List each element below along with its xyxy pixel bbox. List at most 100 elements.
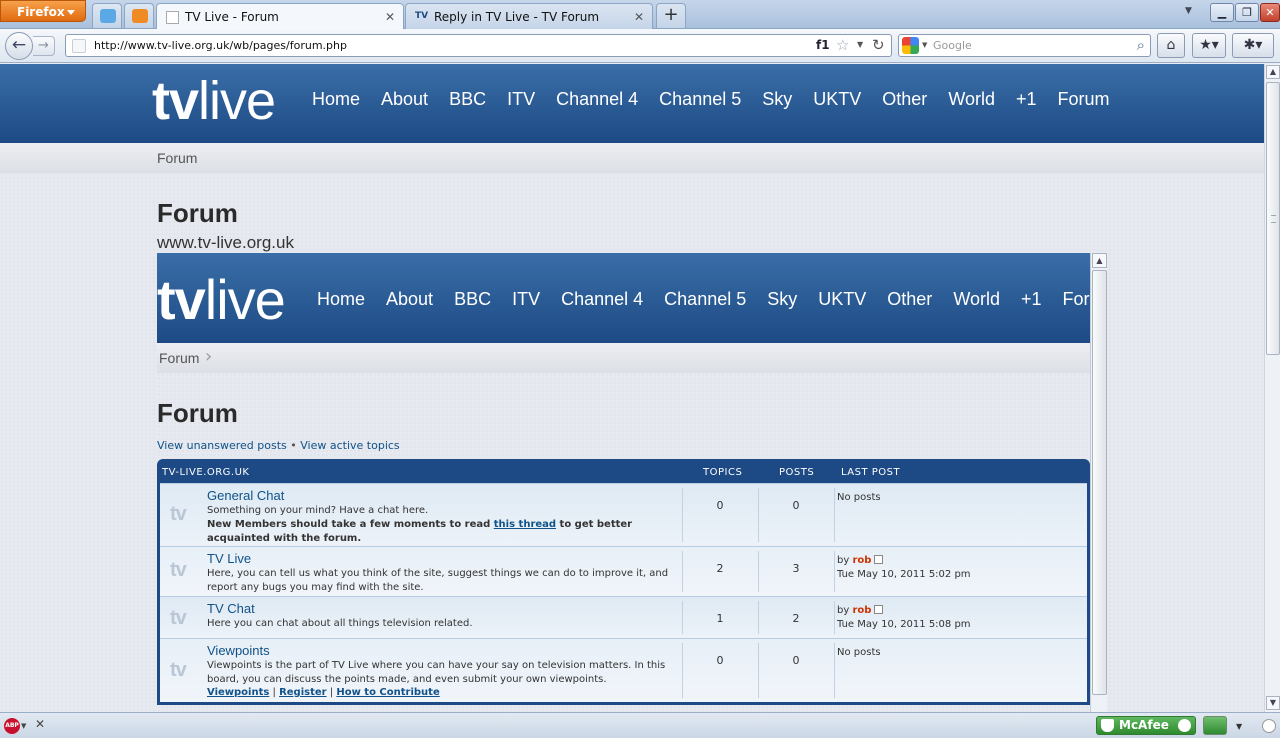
close-window-button[interactable]: ✕ (1260, 3, 1280, 22)
subforum-link-how-to-contribute[interactable]: How to Contribute (336, 687, 439, 698)
nav-forum[interactable]: Forum (1058, 89, 1110, 110)
tab-tv-live-forum[interactable]: TV Live - Forum ✕ (156, 3, 404, 30)
iframe-scrollbar[interactable]: ▲ (1090, 253, 1107, 712)
scroll-up-arrow-icon[interactable]: ▲ (1266, 65, 1280, 79)
page-scrollbar[interactable]: ▲ ▼ (1264, 64, 1280, 712)
nav-bbc[interactable]: BBC (454, 289, 491, 310)
chevron-down-icon[interactable]: ▼ (1236, 722, 1242, 731)
list-all-tabs-icon[interactable]: ▼ (1185, 6, 1192, 16)
forum-title-link[interactable]: TV Chat (207, 601, 255, 616)
chevron-down-icon (67, 10, 75, 15)
nav-uktv[interactable]: UKTV (818, 289, 866, 310)
close-tab-icon[interactable]: ✕ (385, 10, 395, 24)
last-post-author-link[interactable]: rob (852, 555, 871, 566)
table-header: TV-LIVE.ORG.UK TOPICS POSTS LAST POST (160, 459, 1087, 483)
adblock-plus-icon[interactable]: ABP (4, 718, 20, 734)
bookmarks-button[interactable]: ★▾ (1192, 33, 1226, 58)
site-identity-icon[interactable] (72, 39, 86, 53)
scroll-thumb[interactable] (1092, 270, 1107, 695)
minimize-button[interactable]: ▁ (1210, 3, 1234, 22)
nav-plus-one[interactable]: +1 (1016, 89, 1037, 110)
page-viewport: tvlive Home About BBC ITV Channel 4 Chan… (0, 64, 1264, 712)
nav-plus-one[interactable]: +1 (1021, 289, 1042, 310)
reload-icon[interactable]: ↻ (872, 36, 885, 54)
history-dropdown-icon[interactable]: ▼ (857, 40, 863, 49)
google-icon[interactable] (902, 37, 919, 54)
home-button[interactable]: ⌂ (1157, 33, 1185, 58)
forward-button[interactable]: → (33, 36, 55, 56)
nav-other[interactable]: Other (882, 89, 927, 110)
tab-bar: Firefox TV Live - Forum ✕ TV Reply in TV… (0, 0, 1280, 30)
address-text: http://www.tv-live.org.uk/wb/pages/forum… (94, 39, 347, 52)
view-unanswered-link[interactable]: View unanswered posts (157, 439, 287, 452)
nav-channel-4[interactable]: Channel 4 (561, 289, 643, 310)
forum-title-link[interactable]: Viewpoints (207, 643, 270, 658)
nav-bbc[interactable]: BBC (449, 89, 486, 110)
this-thread-link[interactable]: this thread (494, 519, 556, 530)
nav-home[interactable]: Home (312, 89, 360, 110)
nav-about[interactable]: About (381, 89, 428, 110)
nav-home[interactable]: Home (317, 289, 365, 310)
subforum-link-register[interactable]: Register (279, 687, 327, 698)
bookmark-star-icon[interactable]: ☆ (836, 36, 849, 54)
view-latest-post-icon[interactable] (874, 605, 884, 614)
breadcrumb-forum[interactable]: Forum (159, 350, 199, 366)
nav-channel-4[interactable]: Channel 4 (556, 89, 638, 110)
restore-button[interactable]: ❐ (1235, 3, 1259, 22)
breadcrumb-forum[interactable]: Forum (157, 150, 197, 166)
breadcrumb: Forum (0, 143, 1264, 173)
last-post-author-link[interactable]: rob (852, 605, 871, 616)
scroll-down-arrow-icon[interactable]: ▼ (1266, 696, 1280, 710)
subforum-link-viewpoints[interactable]: Viewpoints (207, 687, 269, 698)
search-bar[interactable]: ▼ Google ⌕ (898, 34, 1151, 57)
close-tab-icon[interactable]: ✕ (634, 10, 644, 24)
nav-forum[interactable]: Forum (1063, 289, 1090, 310)
pinned-tab-feed[interactable] (124, 3, 154, 28)
forum-title-link[interactable]: TV Live (207, 551, 251, 566)
column-divider (758, 488, 759, 542)
twitter-icon (100, 9, 116, 23)
forum-title-link[interactable]: General Chat (207, 488, 284, 503)
f1-addon-badge[interactable]: f1 (816, 38, 830, 52)
share-icon[interactable] (1203, 716, 1227, 735)
tab-reply-tv-forum[interactable]: TV Reply in TV Live - TV Forum ✕ (405, 3, 653, 29)
nav-other[interactable]: Other (887, 289, 932, 310)
nav-itv[interactable]: ITV (507, 89, 535, 110)
nav-world[interactable]: World (953, 289, 1000, 310)
header-last-post: LAST POST (841, 467, 901, 478)
nav-channel-5[interactable]: Channel 5 (659, 89, 741, 110)
nav-world[interactable]: World (948, 89, 995, 110)
address-bar[interactable]: http://www.tv-live.org.uk/wb/pages/forum… (65, 34, 892, 57)
nav-uktv[interactable]: UKTV (813, 89, 861, 110)
scroll-up-arrow-icon[interactable]: ▲ (1092, 253, 1107, 268)
addon-status-icon[interactable] (1262, 719, 1276, 733)
back-button[interactable]: ← (5, 32, 33, 60)
mcafee-siteadvisor-button[interactable]: McAfee (1096, 716, 1196, 735)
search-icon[interactable]: ⌕ (1137, 36, 1145, 54)
note-text: New Members should take a few moments to… (207, 519, 494, 530)
nav-about[interactable]: About (386, 289, 433, 310)
column-divider (758, 643, 759, 698)
chevron-right-icon: › (205, 346, 213, 367)
nav-sky[interactable]: Sky (767, 289, 797, 310)
nav-itv[interactable]: ITV (512, 289, 540, 310)
column-divider (682, 643, 683, 698)
main-nav: Home About BBC ITV Channel 4 Channel 5 S… (312, 89, 1131, 110)
pinned-tab-twitter[interactable] (92, 3, 122, 28)
posts-count: 0 (792, 654, 800, 667)
scroll-thumb[interactable] (1266, 82, 1280, 355)
page-title: Forum (157, 198, 238, 228)
search-engine-dropdown-icon[interactable]: ▼ (922, 41, 927, 49)
adblock-dropdown-icon[interactable]: ▼ (21, 722, 26, 730)
tv-live-logo[interactable]: tvlive (157, 267, 286, 332)
view-active-link[interactable]: View active topics (300, 439, 399, 452)
nav-channel-5[interactable]: Channel 5 (664, 289, 746, 310)
nav-sky[interactable]: Sky (762, 89, 792, 110)
view-latest-post-icon[interactable] (874, 555, 884, 564)
addon-toolbar-button[interactable]: ✱▾ (1232, 33, 1274, 58)
new-tab-button[interactable]: + (656, 3, 686, 28)
close-status-icon[interactable]: ✕ (35, 717, 45, 731)
tv-live-logo[interactable]: tvlive (152, 70, 276, 132)
firefox-menu-button[interactable]: Firefox (0, 0, 86, 22)
forum-row-tv-chat: tv TV Chat Here you can chat about all t… (160, 596, 1087, 638)
